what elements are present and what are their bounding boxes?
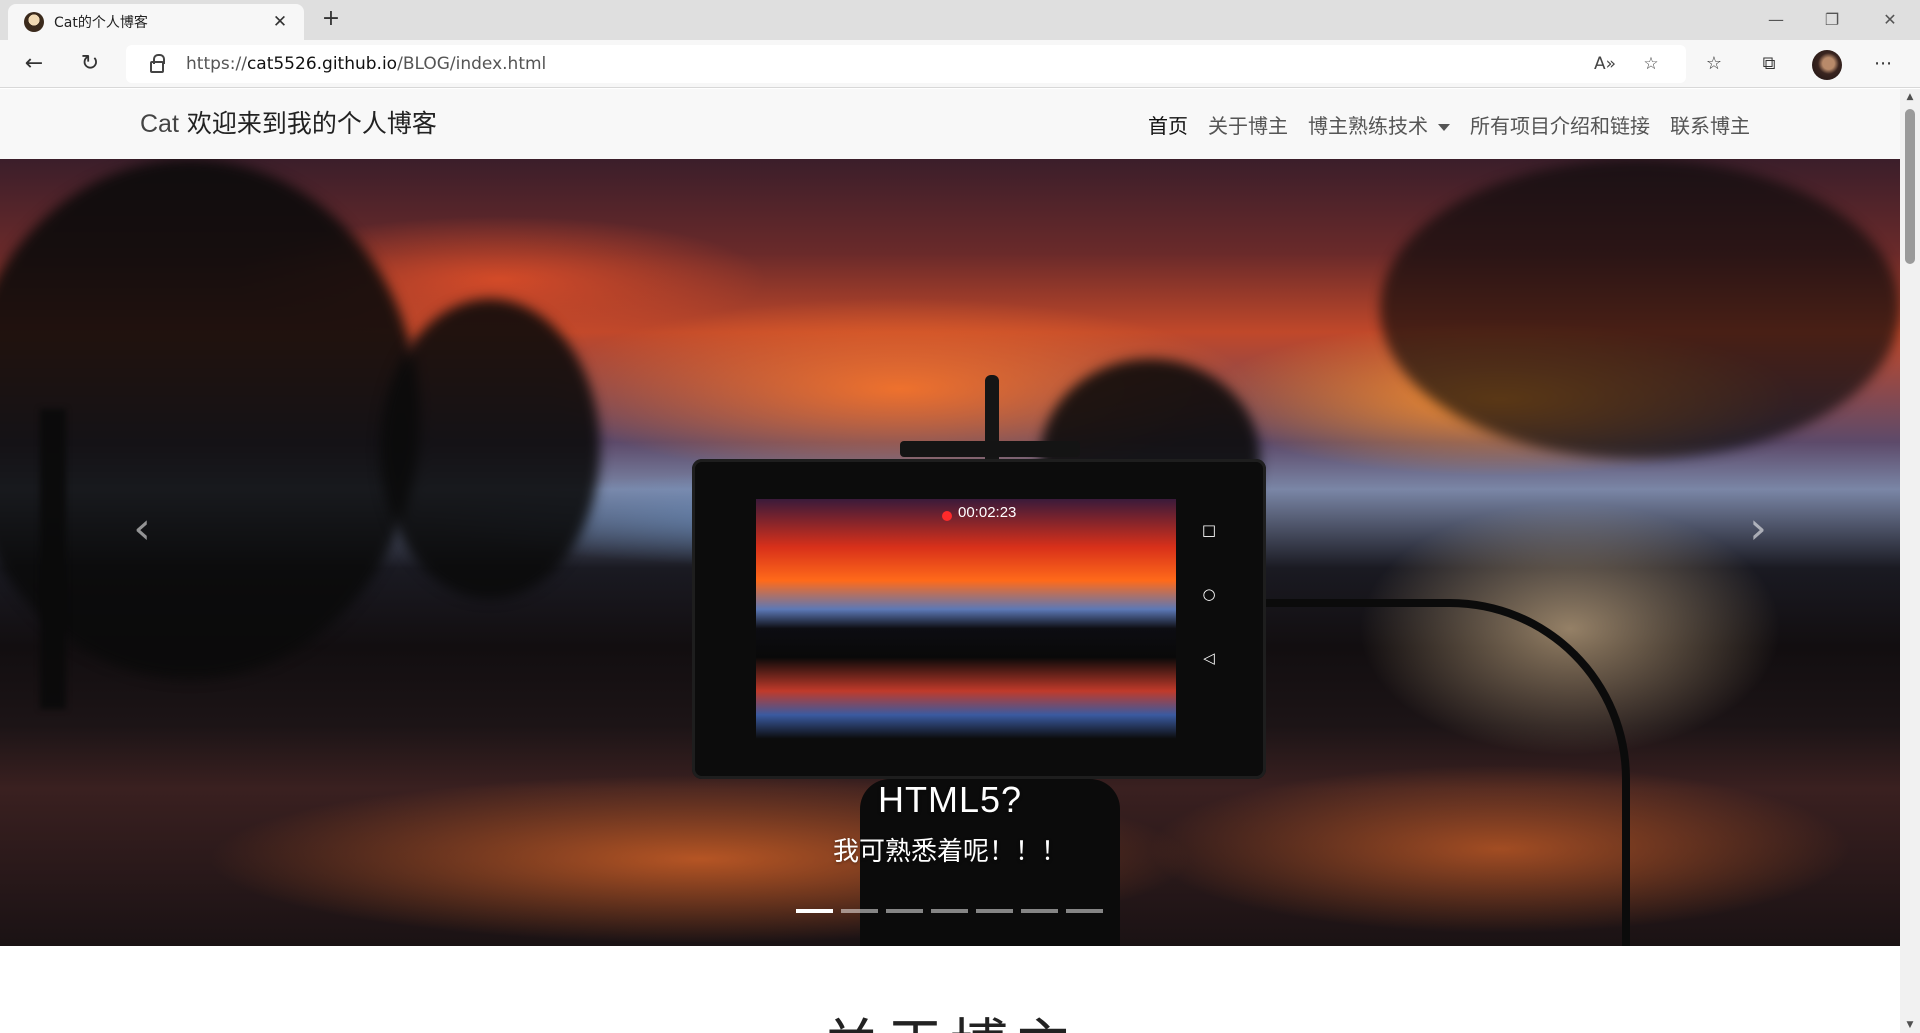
url-input[interactable]: https://cat5526.github.io/BLOG/index.htm… [126,45,1686,83]
phone-screen: 00:02:23 [756,499,1176,739]
close-window-button[interactable]: ✕ [1872,6,1908,34]
profile-avatar[interactable] [1812,50,1842,80]
carousel-indicator[interactable] [1066,909,1103,913]
more-menu-icon[interactable]: ⋯ [1866,48,1900,80]
tree-trunk [40,409,66,709]
carousel-next-button[interactable]: › [1728,489,1788,569]
carousel-indicator[interactable] [886,909,923,913]
minimize-button[interactable]: — [1758,6,1794,34]
carousel-indicator[interactable] [1021,909,1058,913]
new-tab-button[interactable]: + [316,6,346,34]
nav-skills-dropdown[interactable]: 博主熟练技术 [1308,110,1450,139]
tree-silhouette [380,299,600,599]
carousel-indicator[interactable] [796,909,833,913]
refresh-button[interactable]: ↻ [74,48,106,80]
back-button[interactable]: ← [18,48,50,80]
site-navbar: Cat 欢迎来到我的个人博客 首页 关于博主 博主熟练技术 所有项目介绍和链接 … [0,89,1900,159]
hero-carousel[interactable]: 00:02:23 □ ○ ◁ ‹ › HTML5? 我可熟悉着呢！！！ [0,159,1900,946]
phone-clamp [900,441,1080,457]
favorites-icon[interactable]: ☆ [1697,48,1731,80]
read-aloud-icon[interactable]: A» [1588,45,1622,83]
record-dot-icon [942,511,952,521]
recent-apps-icon: □ [1201,521,1217,539]
nav-projects[interactable]: 所有项目介绍和链接 [1470,110,1650,139]
carousel-indicator[interactable] [931,909,968,913]
carousel-indicator[interactable] [841,909,878,913]
phone-device: 00:02:23 □ ○ ◁ [692,459,1266,779]
about-section-title: 关于博主 [0,999,1900,1033]
nav-home[interactable]: 首页 [1148,110,1188,139]
home-icon: ○ [1202,585,1216,603]
back-triangle-icon: ◁ [1203,649,1215,667]
add-favorite-icon[interactable]: ☆ [1634,45,1668,83]
cat-favicon-icon [24,12,44,32]
browser-tab[interactable]: Cat的个人博客 ✕ [8,4,304,40]
close-tab-icon[interactable]: ✕ [266,12,294,32]
site-brand[interactable]: Cat 欢迎来到我的个人博客 [140,89,437,159]
lock-icon [150,54,165,73]
dropdown-caret-icon [1438,123,1450,131]
scroll-up-icon[interactable]: ▲ [1900,89,1920,105]
carousel-indicators [796,909,1111,913]
scroll-thumb[interactable] [1905,109,1915,264]
nav-contact[interactable]: 联系博主 [1670,110,1750,139]
page-scrollbar[interactable]: ▲ ▼ [1900,89,1920,1033]
url-text: https://cat5526.github.io/BLOG/index.htm… [186,54,547,74]
nav-links: 首页 关于博主 博主熟练技术 所有项目介绍和链接 联系博主 [1128,89,1750,159]
carousel-indicator[interactable] [976,909,1013,913]
slide-caption-title: HTML5? [877,779,1023,820]
web-page: Cat 欢迎来到我的个人博客 首页 关于博主 博主熟练技术 所有项目介绍和链接 … [0,89,1900,1033]
phone-cable [1250,599,1630,946]
restore-button[interactable]: ❐ [1814,6,1850,34]
carousel-prev-button[interactable]: ‹ [112,489,172,569]
collections-icon[interactable]: ⧉ [1752,48,1786,80]
tab-bar: Cat的个人博客 ✕ + — ❐ ✕ [0,0,1920,40]
tree-silhouette [1380,159,1900,459]
address-bar: ← ↻ https://cat5526.github.io/BLOG/index… [0,40,1920,88]
scroll-down-icon[interactable]: ▼ [1900,1017,1920,1033]
nav-about[interactable]: 关于博主 [1208,110,1288,139]
tab-title: Cat的个人博客 [54,15,148,31]
record-time: 00:02:23 [958,504,1017,521]
slide-caption-subtitle: 我可熟悉着呢！！！ [832,837,1067,867]
